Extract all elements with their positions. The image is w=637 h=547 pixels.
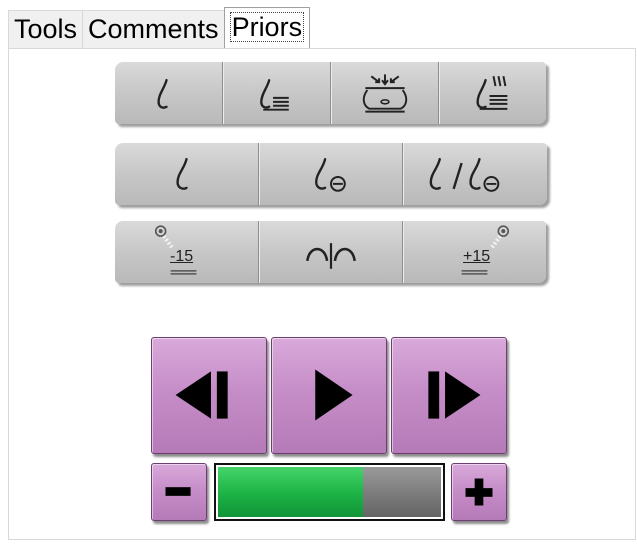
breast-lines-button[interactable] bbox=[223, 62, 331, 124]
tab-comments-label: Comments bbox=[88, 14, 219, 44]
tube-angle-bar: -15 +15 bbox=[115, 221, 546, 283]
step-forward-icon bbox=[428, 371, 481, 419]
compression-paddle-icon bbox=[362, 74, 408, 113]
breast-icon bbox=[157, 78, 168, 109]
tab-priors[interactable]: Priors bbox=[223, 7, 311, 48]
breast-subtract-button[interactable] bbox=[259, 143, 403, 205]
breast-rays-button[interactable] bbox=[439, 62, 546, 124]
view-options-bar bbox=[115, 62, 546, 124]
breast-compare-icon bbox=[429, 157, 500, 192]
arc-split-icon bbox=[306, 243, 356, 269]
tube-angle-minus-label: -15 bbox=[170, 248, 194, 265]
speed-decrease-button[interactable] bbox=[151, 463, 207, 521]
plus-icon bbox=[465, 478, 493, 506]
speed-increase-button[interactable] bbox=[451, 463, 507, 521]
tab-bar: Tools Comments Priors bbox=[8, 7, 311, 48]
speed-slider[interactable] bbox=[214, 463, 445, 521]
play-button[interactable] bbox=[271, 337, 387, 454]
tab-tools[interactable]: Tools bbox=[8, 10, 84, 48]
step-back-button[interactable] bbox=[151, 337, 267, 454]
breast-view-button[interactable] bbox=[115, 62, 223, 124]
tab-tools-label: Tools bbox=[14, 14, 78, 44]
breast-minus-icon bbox=[315, 158, 346, 192]
tube-angle-plus-button[interactable]: +15 bbox=[403, 221, 546, 283]
compression-button[interactable] bbox=[331, 62, 439, 124]
tube-angle-plus-label: +15 bbox=[463, 248, 491, 265]
breast-single-button[interactable] bbox=[115, 143, 259, 205]
arc-split-button[interactable] bbox=[259, 221, 403, 283]
comparison-bar bbox=[115, 143, 547, 205]
step-back-icon bbox=[175, 371, 228, 419]
tab-priors-label: Priors bbox=[229, 12, 305, 42]
tube-angle-minus-button[interactable]: -15 bbox=[115, 221, 259, 283]
speed-slider-track bbox=[218, 467, 441, 517]
breast-compare-button[interactable] bbox=[403, 143, 547, 205]
tab-comments[interactable]: Comments bbox=[82, 10, 225, 48]
breast-with-lines-icon bbox=[260, 79, 289, 111]
play-icon bbox=[315, 369, 353, 421]
step-forward-button[interactable] bbox=[391, 337, 507, 454]
speed-slider-fill bbox=[218, 467, 363, 517]
minus-icon bbox=[165, 487, 191, 496]
breast-icon bbox=[176, 157, 188, 190]
breast-with-rays-icon bbox=[476, 75, 508, 110]
